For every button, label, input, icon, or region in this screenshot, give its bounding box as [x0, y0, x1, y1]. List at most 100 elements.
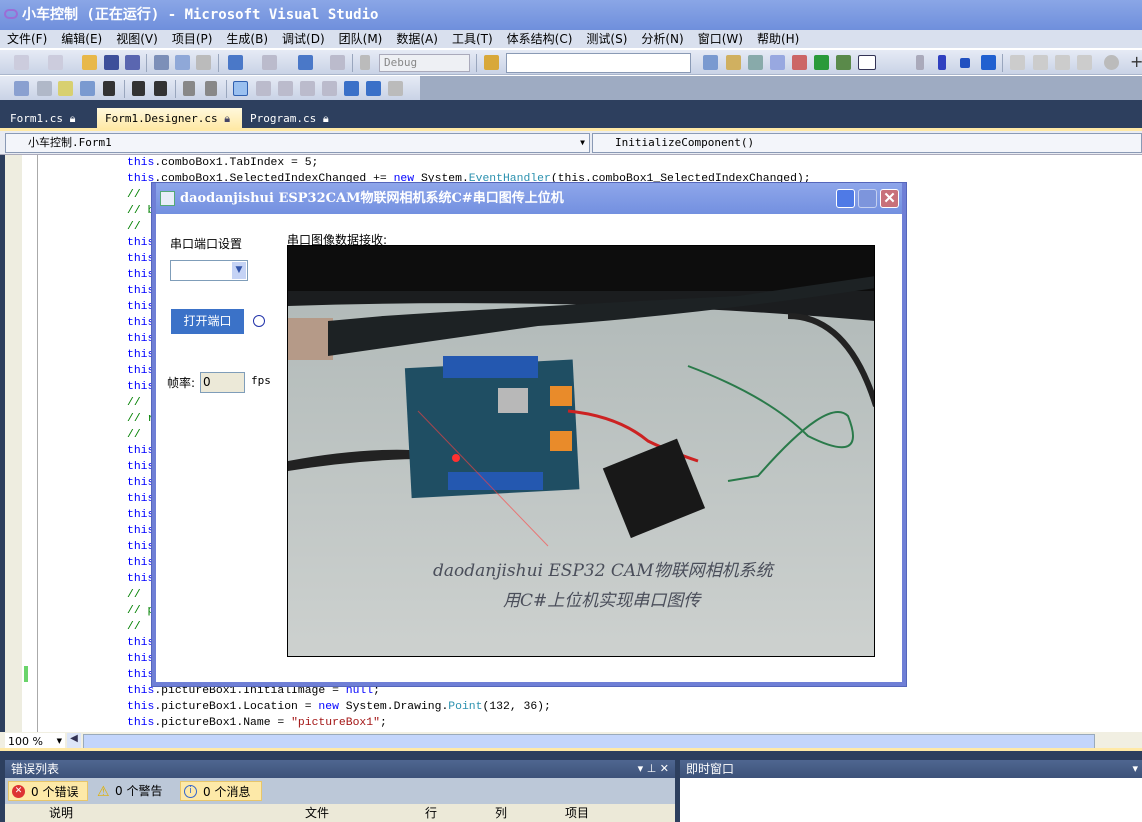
menu-project[interactable]: 项目(P)	[165, 30, 220, 48]
column-line[interactable]: 行	[425, 804, 437, 822]
extension-manager-icon[interactable]	[836, 55, 851, 70]
find-combo[interactable]	[506, 53, 691, 73]
redo-icon[interactable]	[262, 55, 277, 70]
code-token: this	[127, 237, 155, 249]
new-project-icon[interactable]	[14, 55, 29, 70]
step-out-icon[interactable]	[1077, 55, 1092, 70]
paste-icon[interactable]	[196, 55, 211, 70]
indent-icon[interactable]	[154, 81, 167, 96]
member-dropdown[interactable]: InitializeComponent()	[592, 133, 1142, 153]
tab-form1-cs[interactable]: Form1.cs 🔒︎	[2, 108, 94, 129]
minimize-button[interactable]	[836, 189, 855, 208]
object-browser-icon[interactable]	[748, 55, 763, 70]
start-page-icon[interactable]	[814, 55, 829, 70]
menu-test[interactable]: 测试(S)	[579, 30, 634, 48]
toolbox-icon[interactable]	[770, 55, 785, 70]
undo-icon[interactable]	[228, 55, 243, 70]
menu-team[interactable]: 团队(M)	[332, 30, 390, 48]
menu-window[interactable]: 窗口(W)	[691, 30, 750, 48]
uncomment-icon[interactable]	[205, 81, 217, 96]
step-into-icon[interactable]	[1033, 55, 1048, 70]
window-titlebar: 小车控制 (正在运行) - Microsoft Visual Studio	[0, 0, 1142, 30]
add-item-icon[interactable]	[48, 55, 63, 70]
code-token: .pictureBox1.Location =	[154, 701, 319, 713]
command-window-icon[interactable]	[858, 55, 876, 70]
prev-bookmark-folder-icon[interactable]	[300, 81, 315, 96]
tab-program-cs[interactable]: Program.cs 🔒︎	[242, 108, 332, 129]
navigate-forward-icon[interactable]	[330, 55, 345, 70]
tab-order-icon[interactable]	[14, 81, 29, 96]
code-line: this	[127, 267, 154, 283]
breakpoints-icon[interactable]	[1104, 55, 1119, 70]
solution-explorer-icon[interactable]	[703, 55, 718, 70]
solution-config-select[interactable]: Debug	[379, 54, 470, 72]
properties-icon[interactable]	[726, 55, 741, 70]
step-over-icon[interactable]	[1055, 55, 1070, 70]
show-next-statement-icon[interactable]	[1010, 55, 1025, 70]
dropdown-icon[interactable]: ▾	[1132, 760, 1138, 778]
menu-file[interactable]: 文件(F)	[0, 30, 54, 48]
code-token: this	[127, 365, 155, 377]
pointer-icon[interactable]	[58, 81, 73, 96]
column-column[interactable]: 列	[495, 804, 507, 822]
port-select[interactable]: ▼	[170, 260, 248, 281]
code-line: //	[127, 619, 141, 635]
dropdown-icon[interactable]: ▾	[638, 762, 644, 775]
next-bookmark-icon[interactable]	[278, 81, 293, 96]
copy-icon[interactable]	[175, 55, 190, 70]
pause-icon[interactable]	[938, 55, 946, 70]
messages-filter-button[interactable]: i0 个消息	[180, 781, 262, 801]
save-all-icon[interactable]	[125, 55, 140, 70]
menu-analyze[interactable]: 分析(N)	[634, 30, 690, 48]
horizontal-scrollbar-thumb[interactable]	[83, 734, 1095, 749]
menu-data[interactable]: 数据(A)	[389, 30, 445, 48]
continue-icon[interactable]	[916, 55, 924, 70]
code-token: (132, 36);	[482, 701, 551, 713]
cut-icon[interactable]	[154, 55, 169, 70]
tab-form1-designer-cs[interactable]: Form1.Designer.cs 🔒︎ ✕	[97, 108, 242, 146]
comment-icon[interactable]	[183, 81, 195, 96]
add-icon[interactable]: +	[1130, 52, 1142, 71]
outdent-icon[interactable]	[132, 81, 145, 96]
warnings-filter-button[interactable]: ⚠ 0 个警告	[93, 781, 173, 801]
pin-icon[interactable]: ⊥	[647, 762, 657, 775]
menu-debug[interactable]: 调试(D)	[275, 30, 332, 48]
menu-tools[interactable]: 工具(T)	[445, 30, 500, 48]
open-icon[interactable]	[82, 55, 97, 70]
next-bookmark-folder-icon[interactable]	[322, 81, 337, 96]
column-description[interactable]: 说明	[49, 804, 73, 822]
save-icon[interactable]	[104, 55, 119, 70]
menu-edit[interactable]: 编辑(E)	[54, 30, 109, 48]
code-token: this	[127, 669, 155, 681]
errors-filter-button[interactable]: ✕ 0 个错误	[8, 781, 88, 801]
navigate-backward-icon[interactable]	[298, 55, 313, 70]
menu-help[interactable]: 帮助(H)	[750, 30, 806, 48]
code-token: this	[127, 653, 155, 665]
immediate-window[interactable]	[680, 778, 1142, 822]
close-button[interactable]: ✕	[880, 189, 899, 208]
code-line: this	[127, 523, 154, 539]
menu-architecture[interactable]: 体系结构(C)	[500, 30, 580, 48]
column-file[interactable]: 文件	[305, 804, 329, 822]
tools-icon[interactable]	[792, 55, 807, 70]
menu-build[interactable]: 生成(B)	[219, 30, 275, 48]
align-icon[interactable]	[37, 81, 52, 96]
next-in-doc-icon[interactable]	[366, 81, 381, 96]
list-icon[interactable]	[103, 81, 115, 96]
open-port-button[interactable]: 打开端口	[171, 309, 244, 334]
menu-view[interactable]: 视图(V)	[109, 30, 165, 48]
stop-icon[interactable]	[960, 58, 970, 68]
prev-in-doc-icon[interactable]	[344, 81, 359, 96]
restart-icon[interactable]	[981, 55, 996, 70]
code-line: this	[127, 667, 154, 683]
bookmark-icon[interactable]	[233, 81, 248, 96]
type-dropdown[interactable]: 小车控制.Form1 ▼	[5, 133, 590, 153]
prev-bookmark-icon[interactable]	[256, 81, 271, 96]
start-debug-icon[interactable]	[360, 55, 370, 70]
column-project[interactable]: 项目	[565, 804, 589, 822]
close-icon[interactable]: ✕	[660, 762, 669, 775]
maximize-button[interactable]	[858, 189, 877, 208]
font-icon[interactable]	[80, 81, 95, 96]
clear-bookmarks-icon[interactable]	[388, 81, 403, 96]
find-in-files-icon[interactable]	[484, 55, 499, 70]
